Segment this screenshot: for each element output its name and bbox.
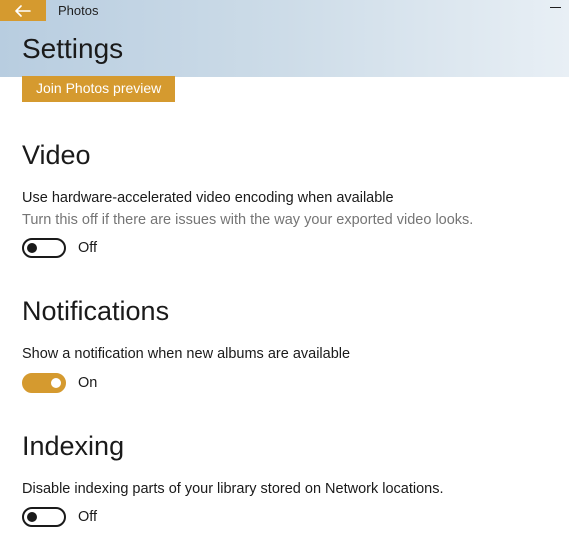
- indexing-toggle-row: Off: [22, 507, 547, 527]
- back-button[interactable]: [0, 0, 46, 21]
- toggle-knob: [27, 243, 37, 253]
- notifications-toggle[interactable]: [22, 373, 66, 393]
- video-setting-label: Use hardware-accelerated video encoding …: [22, 189, 547, 209]
- indexing-setting-label: Disable indexing parts of your library s…: [22, 480, 547, 500]
- section-heading-indexing: Indexing: [22, 431, 547, 462]
- toggle-knob: [51, 378, 61, 388]
- content-area: Join Photos preview Video Use hardware-a…: [0, 77, 569, 547]
- minimize-button[interactable]: [547, 3, 563, 8]
- section-heading-video: Video: [22, 140, 547, 171]
- indexing-toggle[interactable]: [22, 507, 66, 527]
- header-band: Settings: [0, 21, 569, 77]
- indexing-toggle-state: Off: [78, 509, 97, 525]
- video-toggle-state: Off: [78, 240, 97, 256]
- title-bar: Photos: [0, 0, 569, 21]
- section-heading-notifications: Notifications: [22, 296, 547, 327]
- notifications-setting-label: Show a notification when new albums are …: [22, 345, 547, 365]
- arrow-left-icon: [15, 5, 31, 17]
- video-setting-desc: Turn this off if there are issues with t…: [22, 211, 547, 231]
- toggle-knob: [27, 512, 37, 522]
- video-toggle[interactable]: [22, 238, 66, 258]
- join-preview-button[interactable]: Join Photos preview: [22, 76, 175, 102]
- notifications-toggle-state: On: [78, 375, 97, 391]
- video-toggle-row: Off: [22, 238, 547, 258]
- minimize-icon: [550, 7, 561, 8]
- page-title: Settings: [22, 33, 569, 65]
- app-title: Photos: [58, 3, 98, 18]
- notifications-toggle-row: On: [22, 373, 547, 393]
